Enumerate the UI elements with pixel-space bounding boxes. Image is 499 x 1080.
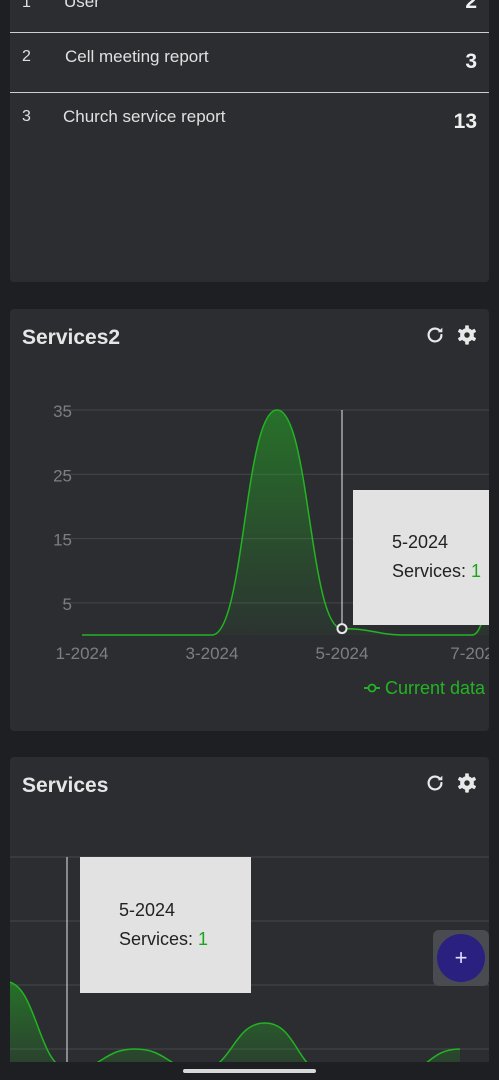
- add-fab-button[interactable]: +: [437, 934, 485, 982]
- table-row[interactable]: 3 Church service report 13: [10, 93, 489, 151]
- row-label: Church service report: [63, 107, 226, 126]
- row-value: 3: [465, 50, 477, 73]
- y-tick-label: 35: [53, 402, 72, 421]
- y-tick-label: 5: [63, 595, 72, 614]
- row-index: 3: [22, 108, 31, 125]
- services2-chart-card: Services2 35 25 15 5 1-2024 3-2024 5-2024 7-20…: [10, 309, 489, 731]
- legend[interactable]: Current data: [364, 678, 486, 698]
- table-row[interactable]: 2 Cell meeting report 3: [10, 33, 489, 91]
- row-index: 2: [22, 48, 31, 65]
- y-tick-label: 25: [53, 466, 72, 485]
- tooltip-label: 5-2024: [119, 900, 176, 920]
- tooltip-value: 1: [198, 929, 209, 949]
- row-value: 2: [465, 0, 477, 13]
- plus-icon: +: [454, 945, 468, 970]
- chart-tooltip: 5-2024 Services: 1: [353, 490, 489, 625]
- system-nav-bar: [0, 1062, 499, 1080]
- fab-container: +: [433, 930, 489, 986]
- row-value: 13: [453, 110, 477, 133]
- x-tick-label: 7-202: [450, 644, 489, 663]
- legend-label: Current data: [385, 678, 486, 698]
- x-tick-label: 5-2024: [316, 644, 369, 663]
- x-tick-label: 3-2024: [186, 644, 239, 663]
- gesture-handle[interactable]: [183, 1069, 316, 1073]
- row-index: 1: [22, 0, 31, 11]
- tooltip-value: 1: [471, 561, 482, 581]
- summary-table-card: 1 User 2 2 Cell meeting report 3 3 Churc…: [10, 0, 489, 282]
- tooltip-series-name: Services:: [392, 561, 467, 581]
- y-tick-label: 15: [53, 531, 72, 550]
- row-label: User: [64, 0, 100, 11]
- legend-point-marker: [367, 683, 377, 693]
- tooltip-series-row: Services: 1: [392, 561, 481, 582]
- chart-tooltip: 5-2024 Services: 1: [80, 857, 251, 993]
- tooltip-label: 5-2024: [392, 532, 449, 552]
- x-tick-label: 1-2024: [56, 644, 109, 663]
- row-label: Cell meeting report: [65, 47, 209, 66]
- hover-data-point: [336, 623, 348, 635]
- table-row[interactable]: 1 User 2: [10, 0, 489, 28]
- tooltip-series-name: Services:: [119, 929, 194, 949]
- services-chart-card: Services 5-2024 Services: 1: [10, 757, 489, 1080]
- tooltip-series-row: Services: 1: [119, 929, 208, 950]
